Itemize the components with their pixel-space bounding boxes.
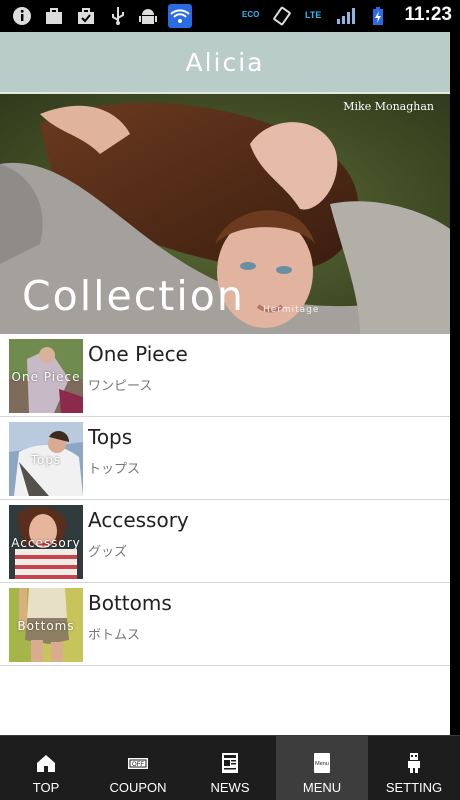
briefcase-icon: [46, 8, 62, 24]
tab-label: COUPON: [109, 780, 167, 795]
category-title: Accessory: [88, 508, 189, 532]
coupon-icon: OFF: [128, 758, 148, 769]
category-title: Bottoms: [88, 591, 172, 615]
menu-icon-text: Menu: [315, 761, 329, 767]
battery-icon: [373, 7, 383, 25]
status-bar: ECO LTE 11:23: [0, 0, 460, 32]
collection-subtitle: Hermitage: [263, 305, 320, 315]
tab-label: NEWS: [210, 780, 250, 795]
category-thumbnail: Accessory: [9, 505, 83, 579]
category-list: One Piece One Piece ワンピース Tops Tops トップス: [0, 334, 450, 666]
collection-hero-banner[interactable]: Mike Monaghan Collection Hermitage: [0, 94, 450, 334]
thumbnail-label: One Piece: [11, 370, 81, 384]
tab-label: MENU: [302, 780, 342, 795]
info-icon: [13, 7, 31, 25]
tab-setting[interactable]: SETTING: [368, 736, 460, 800]
robot-setting-icon: [408, 753, 420, 773]
category-title: One Piece: [88, 342, 188, 366]
wifi-icon: [168, 4, 192, 28]
tab-coupon[interactable]: OFF COUPON: [92, 736, 184, 800]
signal-icon: [337, 8, 355, 24]
menu-book-icon: Menu: [314, 753, 330, 773]
tab-label: SETTING: [385, 780, 443, 795]
category-item-bottoms[interactable]: Bottoms Bottoms ボトムス: [0, 583, 450, 666]
rotate-icon: [273, 6, 291, 26]
coupon-icon-text: OFF: [132, 762, 144, 768]
title-bar: Alicia: [0, 32, 450, 94]
photo-credit: Mike Monaghan: [343, 100, 434, 113]
category-subtitle: ボトムス: [88, 628, 141, 643]
android-icon: [139, 9, 157, 24]
collection-title: Collection: [22, 272, 245, 320]
home-icon: [37, 755, 55, 772]
usb-icon: [112, 7, 124, 25]
bottom-tab-bar: TOP OFF COUPON NEWS Menu MENU SETTING: [0, 735, 460, 800]
thumbnail-label: Tops: [30, 453, 62, 467]
app-title: Alicia: [185, 47, 265, 77]
thumbnail-label: Accessory: [11, 536, 81, 550]
newspaper-icon: [222, 753, 238, 773]
tab-news[interactable]: NEWS: [184, 736, 276, 800]
category-subtitle: グッズ: [88, 545, 128, 560]
category-thumbnail: One Piece: [9, 339, 83, 413]
thumbnail-label: Bottoms: [17, 619, 75, 633]
category-thumbnail: Tops: [9, 422, 83, 496]
category-item-one-piece[interactable]: One Piece One Piece ワンピース: [0, 334, 450, 417]
tab-label: TOP: [32, 780, 60, 795]
tab-menu[interactable]: Menu MENU: [276, 736, 368, 800]
eco-icon: ECO: [242, 10, 260, 19]
category-thumbnail: Bottoms: [9, 588, 83, 662]
category-item-tops[interactable]: Tops Tops トップス: [0, 417, 450, 500]
category-subtitle: ワンピース: [88, 379, 153, 394]
category-item-accessory[interactable]: Accessory Accessory グッズ: [0, 500, 450, 583]
briefcase-check-icon: [78, 8, 94, 24]
category-title: Tops: [88, 425, 133, 449]
tab-top[interactable]: TOP: [0, 736, 92, 800]
lte-icon: LTE: [305, 10, 322, 20]
screen-edge: [450, 32, 460, 735]
app-content: Alicia Mike Monaghan Collection Hermitag…: [0, 32, 450, 735]
category-subtitle: トップス: [88, 462, 141, 477]
status-time: 11:23: [404, 4, 452, 25]
